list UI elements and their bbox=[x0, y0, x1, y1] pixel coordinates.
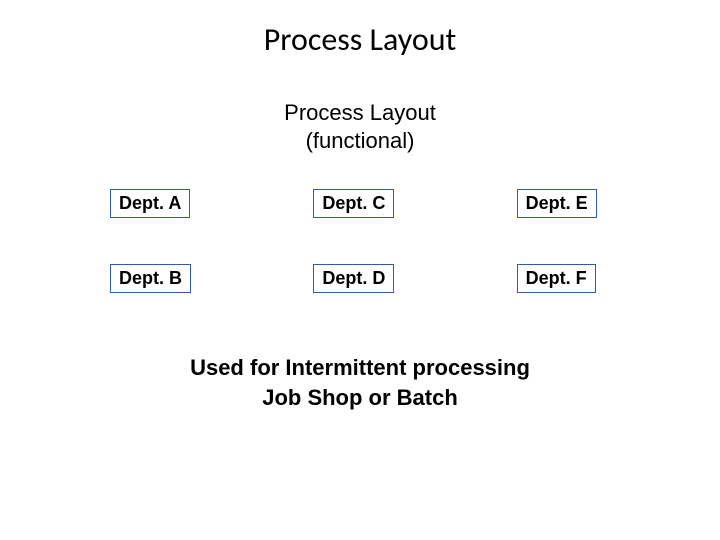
dept-c-box: Dept. C bbox=[313, 189, 394, 218]
page-title: Process Layout bbox=[0, 20, 720, 59]
subtitle: Process Layout (functional) bbox=[0, 99, 720, 154]
dept-f-box: Dept. F bbox=[517, 264, 596, 293]
subtitle-line1: Process Layout bbox=[284, 100, 436, 125]
dept-d-box: Dept. D bbox=[313, 264, 394, 293]
caption-line1: Used for Intermittent processing bbox=[190, 355, 530, 380]
dept-e-box: Dept. E bbox=[517, 189, 597, 218]
subtitle-line2: (functional) bbox=[306, 128, 415, 153]
dept-b-box: Dept. B bbox=[110, 264, 191, 293]
caption-line2: Job Shop or Batch bbox=[262, 385, 458, 410]
dept-a-box: Dept. A bbox=[110, 189, 190, 218]
departments-grid: Dept. A Dept. C Dept. E Dept. B Dept. D … bbox=[80, 189, 640, 293]
diagram-caption: Used for Intermittent processing Job Sho… bbox=[0, 353, 720, 412]
